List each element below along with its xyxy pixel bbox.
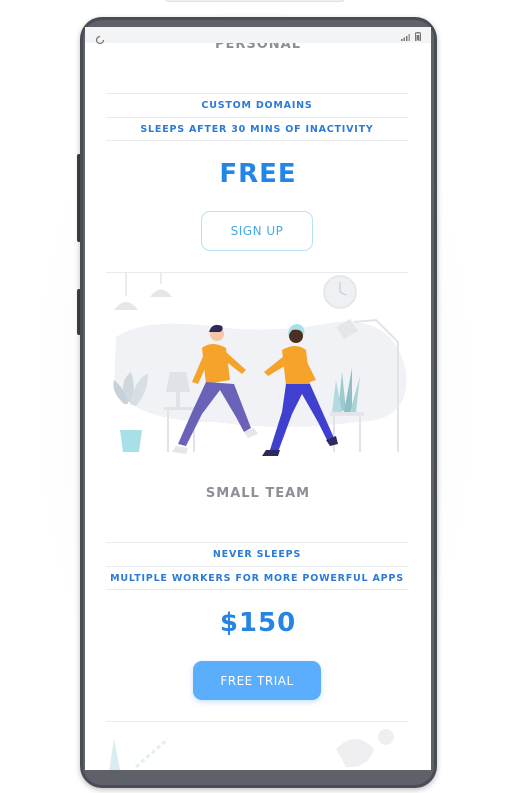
loading-icon: [95, 30, 105, 45]
next-plan-illustration: [109, 729, 394, 770]
plan-feature: SLEEPS AFTER 30 MINS OF INACTIVITY: [106, 117, 408, 141]
plan-feature: MULTIPLE WORKERS FOR MORE POWERFUL APPS: [106, 566, 408, 590]
phone-screen[interactable]: PERSONAL CUSTOM DOMAINS SLEEPS AFTER 30 …: [85, 27, 431, 770]
signal-icon: [401, 27, 411, 45]
status-icons: [401, 27, 421, 45]
battery-icon: [415, 27, 421, 45]
plan-price: FREE: [219, 159, 297, 189]
plan-feature-list: NEVER SLEEPS MULTIPLE WORKERS FOR MORE P…: [106, 542, 408, 590]
plan-name-small-team: SMALL TEAM: [205, 486, 311, 501]
plan-feature: NEVER SLEEPS: [106, 542, 408, 566]
plan-feature-list: CUSTOM DOMAINS SLEEPS AFTER 30 MINS OF I…: [106, 93, 408, 141]
sign-up-button[interactable]: SIGN UP: [201, 211, 313, 251]
status-bar: [85, 27, 431, 45]
top-pill-decoration: [165, 0, 345, 2]
dancing-couple-illustration: [113, 272, 407, 456]
free-trial-button[interactable]: FREE TRIAL: [193, 661, 321, 700]
plan-price: $150: [219, 608, 297, 638]
plan-feature: CUSTOM DOMAINS: [106, 93, 408, 117]
